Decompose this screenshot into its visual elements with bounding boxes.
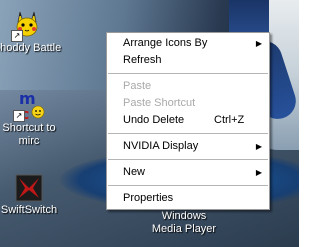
submenu-arrow-icon: ▶: [255, 168, 262, 177]
menu-item-label: Arrange Icons By: [123, 37, 208, 49]
desktop-icon-shoddy-battle[interactable]: ↗ Shoddy Battle: [0, 10, 62, 55]
desktop-icon-label-line2: mirc: [18, 135, 40, 147]
submenu-arrow-icon: ▶: [255, 39, 262, 48]
svg-text:m: m: [19, 90, 36, 108]
desktop-context-menu: Arrange Icons By ▶ Refresh Paste Paste S…: [106, 32, 270, 210]
menu-item-label: New: [123, 166, 146, 178]
desktop-icon-label: SwiftSwitch: [0, 204, 58, 216]
menu-item-label: Properties: [123, 192, 174, 204]
menu-item-paste: Paste: [107, 78, 269, 95]
desktop-icon-mirc-shortcut[interactable]: m c ↗ Shortcut to mirc: [0, 89, 64, 148]
mirc-icon: m c ↗: [13, 89, 45, 123]
desktop-icon-label-line1: Windows: [161, 210, 207, 222]
menu-item-properties[interactable]: Properties: [107, 190, 269, 207]
menu-item-label: Paste: [123, 80, 152, 92]
swiftswitch-icon: [13, 172, 45, 204]
desktop-icon-swiftswitch[interactable]: SwiftSwitch: [0, 172, 64, 217]
menu-item-shortcut: Ctrl+Z: [214, 114, 245, 126]
desktop-icon-label-line2: Media Player: [151, 223, 217, 235]
menu-separator: [108, 185, 268, 186]
menu-item-undo-delete[interactable]: Undo Delete Ctrl+Z: [107, 112, 269, 129]
desktop-icon-label-line1: Shortcut to: [2, 122, 56, 134]
shortcut-arrow-icon: ↗: [13, 110, 25, 122]
submenu-arrow-icon: ▶: [255, 142, 262, 151]
desktop-icon-label: Shoddy Battle: [0, 42, 62, 54]
menu-separator: [108, 159, 268, 160]
menu-item-label: Undo Delete: [123, 114, 185, 126]
desktop[interactable]: ↗ Shoddy Battle m c ↗ Shortcut to mirc: [0, 0, 299, 247]
menu-item-paste-shortcut: Paste Shortcut: [107, 95, 269, 112]
menu-item-arrange-icons-by[interactable]: Arrange Icons By ▶: [107, 35, 269, 52]
menu-item-label: Refresh: [123, 54, 162, 66]
shortcut-arrow-icon: ↗: [11, 30, 23, 42]
menu-item-label: NVIDIA Display: [123, 140, 199, 152]
menu-item-refresh[interactable]: Refresh: [107, 52, 269, 69]
menu-separator: [108, 133, 268, 134]
menu-item-nvidia-display[interactable]: NVIDIA Display ▶: [107, 138, 269, 155]
menu-separator: [108, 73, 268, 74]
menu-item-new[interactable]: New ▶: [107, 164, 269, 181]
menu-item-label: Paste Shortcut: [123, 97, 196, 109]
pikachu-icon: ↗: [11, 10, 43, 42]
desktop-icon-windows-media-player[interactable]: Windows Media Player: [144, 210, 224, 236]
